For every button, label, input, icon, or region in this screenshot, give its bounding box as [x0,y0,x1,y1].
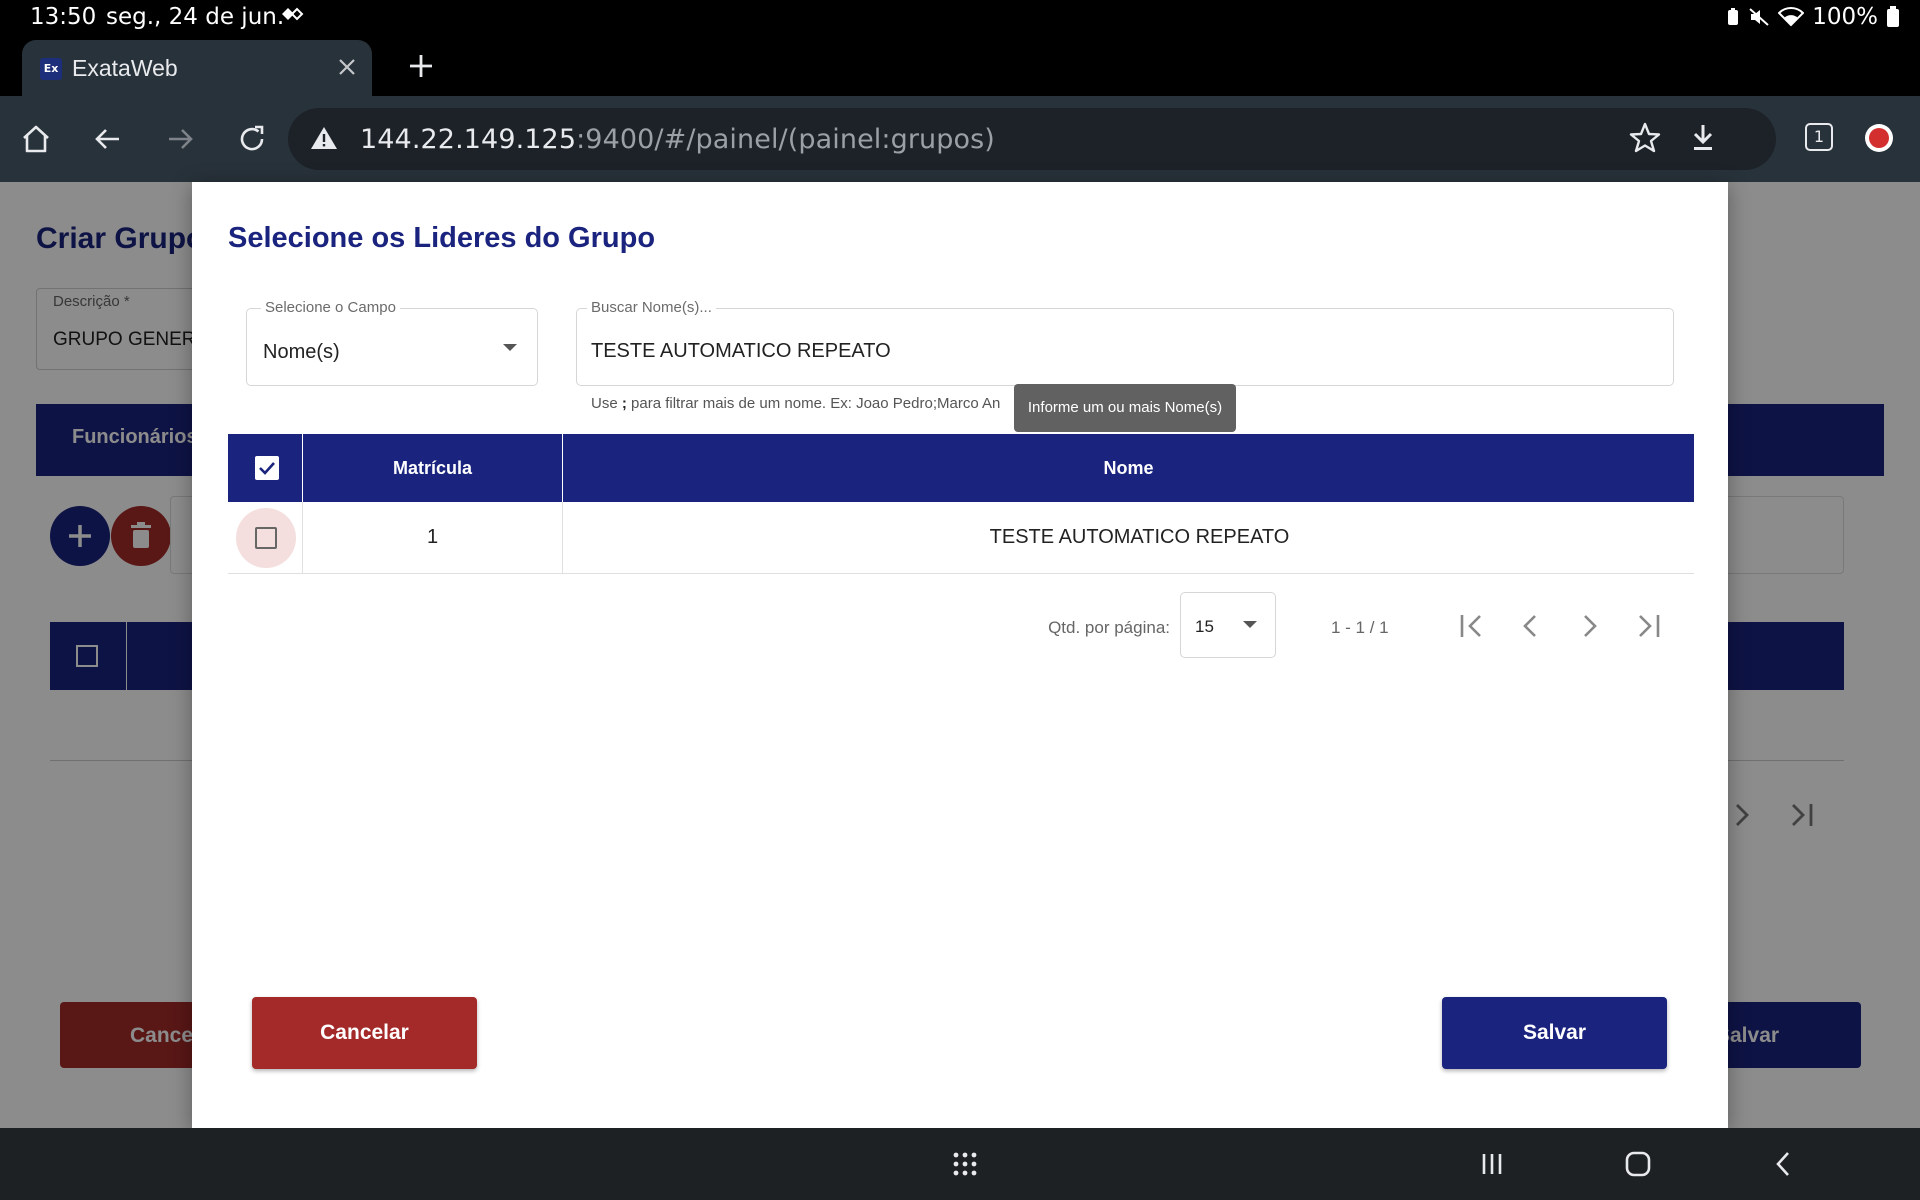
cell-nome: TESTE AUTOMATICO REPEATO [989,526,1290,548]
field-select-label: Selecione o Campo [261,299,400,316]
hint-prefix: Use [591,395,622,412]
status-bar: 13:50 seg., 24 de jun. 100% [0,0,1920,36]
items-per-page-select[interactable]: 15 [1180,592,1276,658]
tab-title: ExataWeb [72,55,178,81]
close-icon[interactable] [334,54,360,85]
battery-percent: 100% [1812,4,1878,30]
url-text[interactable]: 144.22.149.125:9400/#/painel/(painel:gru… [360,124,995,155]
header-check-cell [228,434,303,502]
back-icon[interactable] [90,121,126,157]
hint-suffix: para filtrar mais de um nome. Ex: Joao P… [626,395,1001,412]
browser-toolbar: 144.22.149.125:9400/#/painel/(painel:gru… [0,96,1920,182]
row-checkbox[interactable] [255,527,277,549]
browser-tab-strip: Ex ExataWeb [0,36,1920,96]
url-path: :9400/#/painel/(painel:grupos) [576,124,995,155]
select-leaders-dialog: Selecione os Lideres do Grupo Selecione … [192,182,1728,1128]
address-bar[interactable]: 144.22.149.125:9400/#/painel/(painel:gru… [288,108,1776,170]
tooltip: Informe um ou mais Nome(s) [1014,384,1236,432]
first-page-icon[interactable] [1450,606,1490,646]
back-nav-icon[interactable] [1766,1146,1802,1182]
home-icon[interactable] [18,121,54,157]
next-page-icon[interactable] [1570,606,1610,646]
paginator: Qtd. por página: 15 1 - 1 / 1 [192,586,1728,658]
status-time: 13:50 [30,4,97,30]
items-per-page-value: 15 [1195,617,1214,636]
tab-switcher-button[interactable]: 1 [1805,123,1833,151]
row-check-cell [228,502,303,574]
dropdown-arrow-icon [503,344,517,351]
url-host: 144.22.149.125 [360,124,577,155]
items-per-page-label: Qtd. por página: [1048,618,1170,637]
status-right: 100% [1726,4,1900,30]
wifi-icon [1778,7,1805,27]
not-secure-warning-icon[interactable] [310,125,338,156]
column-header-matricula[interactable]: Matrícula [303,434,563,502]
status-date: seg., 24 de jun. [106,4,285,30]
page-range: 1 - 1 / 1 [1331,618,1389,637]
profile-update-icon[interactable] [1865,124,1893,152]
new-tab-button[interactable] [405,50,437,87]
field-select-value: Nome(s) [263,341,340,363]
search-label: Buscar Nome(s)... [587,299,716,316]
name-search-field: Buscar Nome(s)... [576,299,1674,386]
browser-tab[interactable]: Ex ExataWeb [22,40,372,96]
table-row[interactable]: 1 TESTE AUTOMATICO REPEATO [228,502,1694,574]
home-nav-icon[interactable] [1620,1146,1656,1182]
dropdown-arrow-icon [1243,621,1257,628]
previous-page-icon[interactable] [1510,606,1550,646]
battery-icon [1886,6,1900,28]
forward-icon[interactable] [162,121,198,157]
last-page-icon[interactable] [1630,606,1670,646]
column-header-nome[interactable]: Nome [563,434,1694,502]
android-nav-bar [0,1128,1920,1200]
mute-icon [1748,7,1770,27]
app-drawer-icon[interactable] [947,1146,983,1182]
favicon: Ex [40,58,62,80]
select-all-checkbox[interactable] [255,456,279,480]
dialog-title: Selecione os Lideres do Grupo [228,222,656,254]
save-button[interactable]: Salvar [1442,997,1667,1069]
nearby-share-icon [280,4,304,29]
battery-saver-icon [1726,7,1740,27]
cancel-button[interactable]: Cancelar [252,997,477,1069]
reload-icon[interactable] [234,121,270,157]
bookmark-star-icon[interactable] [1628,121,1662,160]
recent-apps-icon[interactable] [1474,1146,1510,1182]
table-header: Matrícula Nome [228,434,1694,502]
cell-matricula: 1 [303,502,563,574]
search-input[interactable] [591,337,1651,365]
search-hint: Use ; para filtrar mais de um nome. Ex: … [591,395,1000,412]
download-icon[interactable] [1686,121,1720,160]
field-select[interactable]: Selecione o Campo Nome(s) [246,299,538,386]
